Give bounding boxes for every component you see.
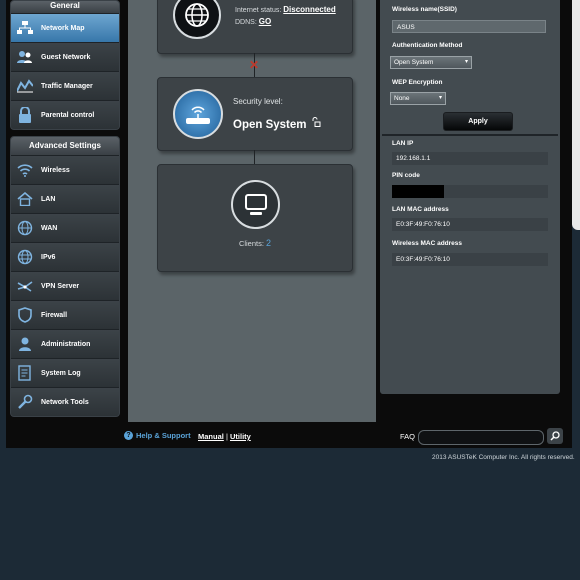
lock-icon: [16, 106, 34, 124]
internet-status-value[interactable]: Disconnected: [283, 5, 335, 14]
sidebar-item-administration[interactable]: Administration: [11, 329, 119, 358]
sidebar-item-lan[interactable]: LAN: [11, 184, 119, 213]
network-map-area: Internet status: Disconnected DDNS: GO ✕…: [128, 0, 376, 422]
search-icon: [550, 431, 560, 441]
sidebar-item-label: Firewall: [41, 311, 68, 319]
sidebar-item-label: Parental control: [41, 111, 95, 119]
sidebar-item-label: Guest Network: [41, 53, 91, 61]
lan-mac-value: E0:3F:49:F0:76:10: [392, 218, 548, 231]
wifi-icon: [16, 161, 34, 179]
router-icon: [173, 89, 223, 139]
pin-code-redaction: [392, 185, 444, 198]
router-card[interactable]: Security level: Open System: [157, 77, 353, 151]
wireless-mac-label: Wireless MAC address: [392, 240, 463, 247]
chevron-down-icon: ▾: [464, 59, 468, 65]
auth-method-select[interactable]: Open System ▾: [390, 56, 472, 69]
sidebar-item-label: WAN: [41, 224, 58, 232]
ddns-label: DDNS:: [235, 19, 257, 26]
sidebar-item-guest-network[interactable]: Guest Network: [11, 42, 119, 71]
sidebar-item-label: IPv6: [41, 253, 56, 261]
ssid-label: Wireless name(SSID): [392, 6, 457, 13]
sidebar-item-parental-control[interactable]: Parental control: [11, 100, 119, 129]
link-separator: |: [225, 432, 228, 441]
globe-icon: [16, 219, 34, 237]
utility-link[interactable]: Utility: [230, 432, 251, 441]
tools-icon: [16, 393, 34, 411]
sidebar-item-network-map[interactable]: Network Map: [11, 13, 119, 42]
sidebar-item-traffic-manager[interactable]: Traffic Manager: [11, 71, 119, 100]
sidebar-item-label: Wireless: [41, 166, 70, 174]
manual-link[interactable]: Manual: [198, 432, 224, 441]
lan-ip-label: LAN IP: [392, 140, 414, 147]
home-icon: [16, 190, 34, 208]
sidebar-item-label: Administration: [41, 340, 91, 348]
sidebar-item-wan[interactable]: WAN: [11, 213, 119, 242]
wireless-mac-value: E0:3F:49:F0:76:10: [392, 253, 548, 266]
pin-code-value: [392, 185, 548, 198]
internet-card[interactable]: Internet status: Disconnected DDNS: GO: [157, 0, 353, 54]
unlock-icon: [311, 114, 321, 132]
sidebar: General Network Map Guest Network Traffi…: [10, 0, 120, 417]
guest-network-icon: [16, 48, 34, 66]
disconnected-x-icon: ✕: [249, 58, 260, 72]
wep-encryption-value: None: [394, 95, 410, 102]
wep-encryption-select[interactable]: None ▾: [390, 92, 446, 105]
general-menu: General Network Map Guest Network Traffi…: [10, 0, 120, 130]
general-header: General: [11, 1, 119, 13]
faq-label: FAQ: [400, 432, 416, 441]
apply-button[interactable]: Apply: [443, 112, 513, 131]
sidebar-item-vpn-server[interactable]: VPN Server: [11, 271, 119, 300]
auth-method-value: Open System: [394, 59, 434, 66]
internet-status-label: Internet status:: [235, 7, 282, 14]
clients-count[interactable]: 2: [266, 238, 271, 248]
sidebar-item-ipv6[interactable]: IPv6: [11, 242, 119, 271]
help-support-label: Help & Support: [136, 431, 191, 440]
advanced-header: Advanced Settings: [11, 137, 119, 155]
clients-card[interactable]: Clients: 2: [157, 164, 353, 272]
clients-monitor-icon: [231, 180, 280, 229]
sidebar-item-system-log[interactable]: System Log: [11, 358, 119, 387]
copyright: 2013 ASUSTeK Computer Inc. All rights re…: [432, 454, 575, 461]
network-map-icon: [16, 19, 34, 37]
panel-divider: [382, 134, 558, 136]
sidebar-item-label: LAN: [41, 195, 56, 203]
vpn-icon: [16, 277, 34, 295]
connector-line: [254, 150, 255, 164]
sidebar-item-label: Network Map: [41, 24, 85, 32]
lan-ip-value: 192.168.1.1: [392, 152, 548, 165]
security-level-value: Open System: [233, 119, 307, 131]
chevron-down-icon: ▾: [438, 95, 442, 101]
sidebar-item-network-tools[interactable]: Network Tools: [11, 387, 119, 416]
sidebar-item-wireless[interactable]: Wireless: [11, 155, 119, 184]
traffic-manager-icon: [16, 77, 34, 95]
faq-search-input[interactable]: [418, 430, 544, 445]
footer-bar: ? Help & Support Manual | Utility FAQ: [6, 424, 572, 448]
pin-code-label: PIN code: [392, 172, 420, 179]
help-support-link[interactable]: ? Help & Support: [124, 431, 191, 440]
ipv6-globe-icon: [16, 248, 34, 266]
internet-globe-icon: [173, 0, 221, 39]
help-icon: ?: [124, 431, 133, 440]
security-level-label: Security level:: [233, 97, 283, 106]
sidebar-item-firewall[interactable]: Firewall: [11, 300, 119, 329]
sidebar-item-label: VPN Server: [41, 282, 80, 290]
sidebar-item-label: Network Tools: [41, 398, 89, 406]
search-button[interactable]: [547, 428, 563, 444]
clients-label: Clients:: [238, 239, 264, 248]
person-icon: [16, 335, 34, 353]
auth-method-label: Authentication Method: [392, 42, 463, 49]
log-icon: [16, 364, 34, 382]
wep-encryption-label: WEP Encryption: [392, 79, 443, 86]
ssid-input[interactable]: ASUS: [392, 20, 546, 33]
ddns-go-link[interactable]: GO: [259, 17, 271, 26]
advanced-menu: Advanced Settings Wireless LAN WAN IPv6: [10, 136, 120, 417]
sidebar-item-label: System Log: [41, 369, 81, 377]
status-panel: Wireless name(SSID) ASUS Authentication …: [380, 0, 560, 394]
lan-mac-label: LAN MAC address: [392, 206, 449, 213]
sidebar-item-label: Traffic Manager: [41, 82, 93, 90]
window-edge: [572, 0, 580, 230]
shield-icon: [16, 306, 34, 324]
